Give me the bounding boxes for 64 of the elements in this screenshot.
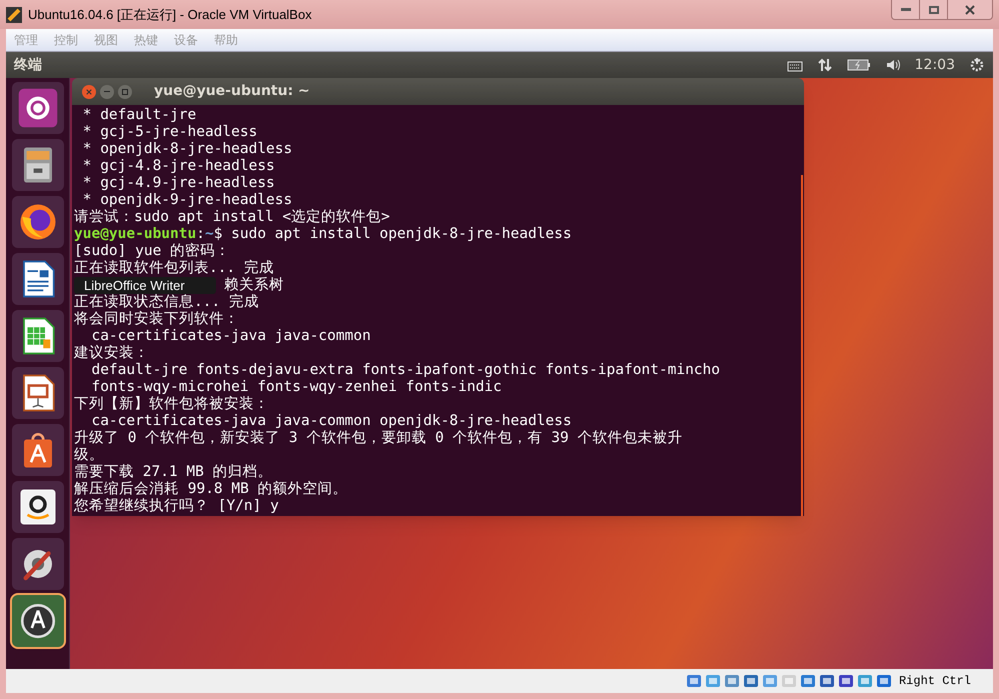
terminal-line: ca-certificates-java java-common [90,328,372,344]
terminal-line: 解压缩后会消耗 99.8 MB 的额外空间。 [74,481,349,498]
terminal-line: * openjdk-9-jre-headless [82,192,294,209]
close-icon [86,88,92,94]
launcher-item[interactable] [12,424,64,476]
launcher-item[interactable] [12,595,64,647]
prompt-line: yue@yue-ubuntu:~$ sudo apt install openjdk-8-jre-headless [74,226,573,242]
terminal-line: fonts-wqy-microhei fonts-wqy-zenhei fonts-indic [90,379,503,396]
terminal-line: 将会同时安装下列软件： [74,311,240,328]
device-icon[interactable] [800,673,816,689]
terminal-line: * default-jre [82,107,198,124]
launcher-item[interactable] [12,538,64,590]
ubuntu-logo-icon [16,87,58,129]
launcher-item[interactable] [12,196,64,248]
menu-item[interactable]: 热键 [134,31,158,49]
maximize-button[interactable] [118,84,132,98]
device-icon[interactable] [838,673,854,689]
launcher-item[interactable] [12,481,64,533]
terminal-line: 请尝试：sudo apt install <选定的软件包> [74,209,391,226]
terminal-line: 赖关系树 [224,277,284,294]
terminal-line: 需要下载 27.1 MB 的归档。 [74,464,273,481]
device-icon[interactable] [742,673,759,689]
network-arrows-icon[interactable] [816,57,833,73]
launcher-item[interactable] [12,310,64,362]
launcher-item[interactable] [12,82,64,134]
menu-item[interactable]: 控制 [54,31,78,49]
device-icon[interactable] [686,673,702,689]
launcher-item[interactable] [12,367,64,419]
terminal-line: * openjdk-8-jre-headless [82,141,294,158]
terminal-line: * gcj-4.9-jre-headless [82,175,276,192]
menu-item[interactable]: 帮助 [214,31,238,49]
terminal-line: 下列【新】软件包将被安装： [74,396,270,413]
terminal-line: [sudo] yue 的密码： [74,243,232,260]
close-button[interactable] [82,84,96,98]
terminal-line: 级。 [74,447,105,464]
menu-item[interactable]: 设备 [174,31,198,49]
power-gear-icon[interactable] [969,57,985,73]
menu-item[interactable]: 视图 [94,31,118,49]
minimize-button[interactable] [100,84,114,98]
terminal-line: 升级了 0 个软件包，新安装了 3 个软件包，要卸载 0 个软件包，有 39 个软件包未被升 [74,430,684,447]
device-icon[interactable] [724,673,740,689]
close-icon [965,4,975,14]
device-icon[interactable] [876,673,892,689]
volume-icon[interactable] [884,57,901,73]
menu-item[interactable]: 管理 [14,31,38,49]
terminal-title: yue@yue-ubuntu: ~ [154,82,310,101]
battery-icon[interactable] [846,59,871,71]
launcher-item[interactable] [12,139,64,191]
device-icon[interactable] [818,673,835,689]
terminal-line: 正在读取软件包列表... 完成 [74,260,275,277]
terminal-line: 正在读取状态信息... 完成 [74,294,260,310]
tooltip: LibreOffice Writer [74,277,216,294]
terminal-line: ca-certificates-java java-common openjdk-8-jre-headless [90,413,573,430]
terminal-line: * gcj-4.8-jre-headless [82,158,276,175]
clock[interactable]: 12:03 [914,54,955,76]
app-title: 终端 [14,56,42,74]
terminal-line: 您希望继续执行吗？ [Y/n] y [74,498,280,515]
terminal-line: * gcj-5-jre-headless [82,124,258,141]
app-logo-icon [6,6,22,22]
terminal-line: 建议安装： [74,345,150,362]
host-key: Right Ctrl [898,672,971,690]
launcher-item[interactable] [12,253,64,305]
window-title: Ubuntu16.04.6 [正在运行] - Oracle VM VirtualBox [28,6,312,24]
terminal-line: default-jre fonts-dejavu-extra fonts-ipafont-gothic fonts-ipafont-mincho [90,362,722,379]
